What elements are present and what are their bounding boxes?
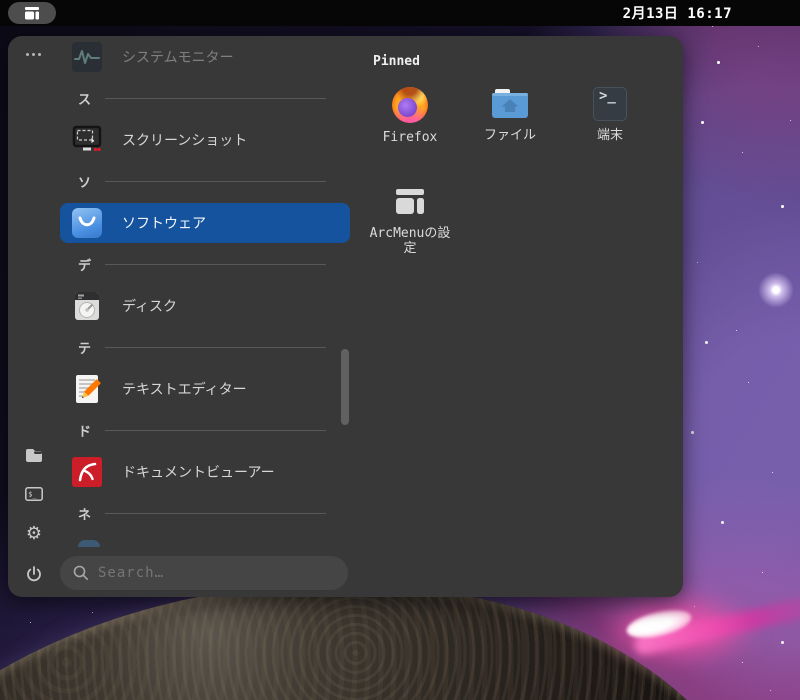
folder-icon (26, 448, 42, 462)
app-item-label: システムモニター (122, 50, 234, 66)
app-item-text-editor[interactable]: テキストエディター (60, 369, 350, 409)
pinned-header: Pinned (373, 54, 420, 69)
app-list-scrollbar[interactable] (341, 349, 349, 425)
disks-icon (72, 291, 102, 321)
section-header-te: テ (60, 326, 350, 369)
app-item-label: ソフトウェア (122, 216, 206, 232)
arcmenu-button[interactable] (8, 2, 56, 24)
search-input[interactable] (60, 556, 348, 590)
power-icon (27, 566, 41, 582)
svg-text:$_: $_ (28, 491, 37, 499)
section-header-ne: ネ (60, 492, 350, 535)
gear-icon: ⚙ (25, 523, 43, 544)
app-item-label: ディスク (122, 299, 178, 315)
pinned-app-firefox[interactable]: Firefox (360, 80, 460, 176)
screenshot-icon (72, 125, 102, 155)
terminal-icon: $_ (25, 487, 43, 501)
files-icon (492, 89, 528, 118)
app-item-label: テキストエディター (122, 382, 247, 398)
pinned-app-label: 端末 (596, 128, 623, 143)
pinned-app-arcmenu-settings[interactable]: ArcMenuの設定 (360, 176, 460, 272)
pinned-app-label: ファイル (483, 128, 536, 143)
app-list: システムモニター ス スクリーンショット ソ ソフトウェア デ ディスク テ テ… (60, 37, 350, 535)
pinned-app-label: ArcMenuの設定 (369, 226, 451, 256)
system-monitor-icon (72, 42, 102, 72)
search-icon (73, 565, 88, 580)
left-rail: $_ ⚙ (8, 36, 60, 597)
files-shortcut-button[interactable] (21, 442, 47, 468)
partially-visible-app-icon (78, 540, 100, 547)
section-header-do: ド (60, 409, 350, 452)
pinned-app-terminal[interactable]: >_ 端末 (560, 80, 660, 176)
clock[interactable]: 2月13日 16:17 (623, 3, 732, 23)
section-header-so: ソ (60, 160, 350, 203)
arcmenu-settings-icon (396, 189, 424, 214)
text-editor-icon (72, 374, 102, 404)
app-item-disks[interactable]: ディスク (60, 286, 350, 326)
terminal-shortcut-button[interactable]: $_ (21, 481, 47, 507)
arcmenu-icon (25, 7, 39, 20)
power-button[interactable] (21, 561, 47, 587)
bright-star (758, 272, 794, 308)
firefox-icon (392, 87, 428, 123)
section-header-su: ス (60, 77, 350, 120)
app-item-label: ドキュメントビューアー (122, 465, 275, 481)
app-item-system-monitor[interactable]: システムモニター (60, 37, 350, 77)
app-item-software[interactable]: ソフトウェア (60, 203, 350, 243)
top-bar: 2月13日 16:17 (0, 0, 800, 26)
pinned-grid: Firefox ファイル >_ 端末 ArcMenuの設定 (360, 80, 672, 272)
more-options-icon[interactable] (26, 53, 41, 56)
document-viewer-icon (72, 457, 102, 487)
app-item-document-viewer[interactable]: ドキュメントビューアー (60, 452, 350, 492)
app-item-label: スクリーンショット (122, 133, 248, 149)
app-item-screenshot[interactable]: スクリーンショット (60, 120, 350, 160)
section-header-de: デ (60, 243, 350, 286)
terminal-icon: >_ (593, 87, 627, 121)
pinned-app-files[interactable]: ファイル (460, 80, 560, 176)
search-bar (60, 556, 348, 590)
settings-button[interactable]: ⚙ (21, 521, 47, 547)
software-icon (72, 208, 102, 238)
arcmenu-panel: $_ ⚙ システムモニター ス スクリーンショット ソ ソフトウェア デ ディス… (8, 36, 683, 597)
pinned-app-label: Firefox (382, 130, 438, 145)
